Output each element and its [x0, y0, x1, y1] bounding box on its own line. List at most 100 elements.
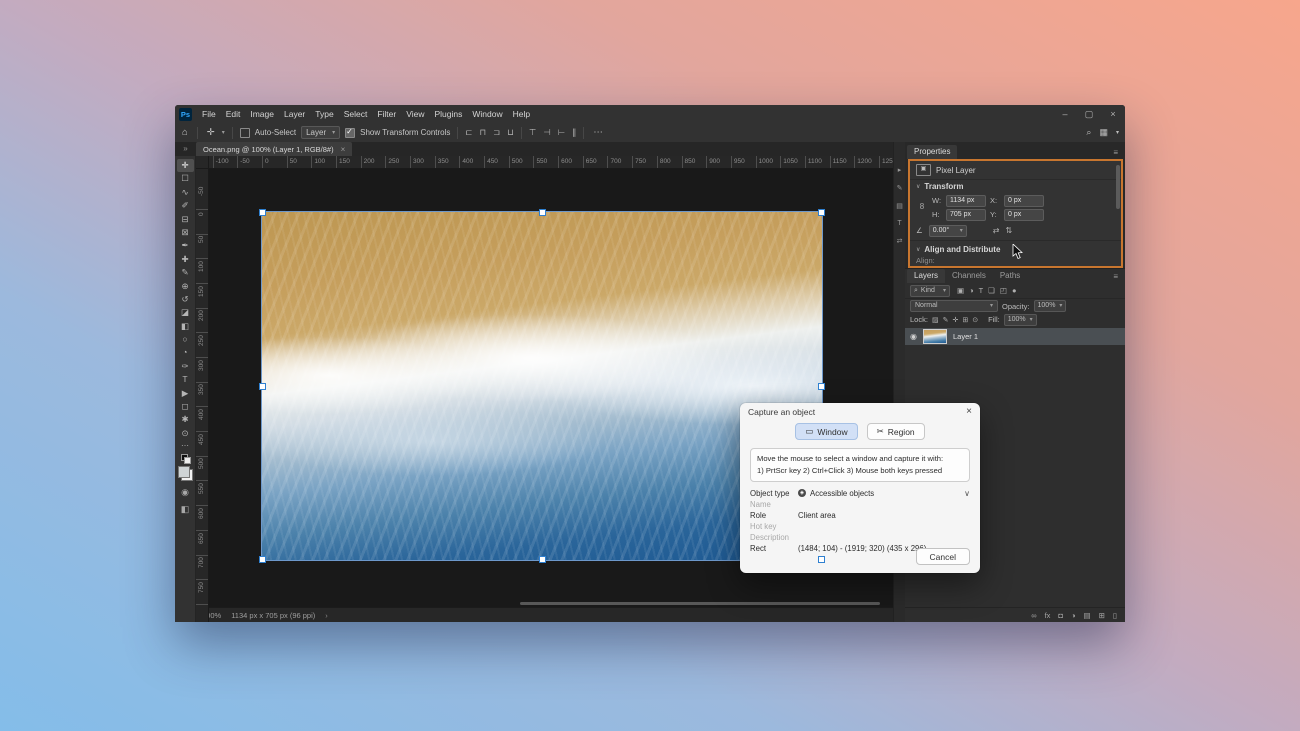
- new-layer-icon[interactable]: ⊞: [1099, 611, 1105, 620]
- transform-handle-top-left[interactable]: [259, 209, 266, 216]
- dodge-tool[interactable]: ◔: [177, 346, 194, 359]
- blur-tool[interactable]: ○: [177, 333, 194, 346]
- menu-item-10[interactable]: Help: [508, 109, 535, 119]
- zoom-tool[interactable]: ⊙: [177, 427, 194, 440]
- filter-adjustment-layers-icon[interactable]: ◑: [969, 286, 974, 295]
- menu-item-0[interactable]: File: [197, 109, 221, 119]
- dock-panel-icon-3[interactable]: ▤: [896, 202, 903, 210]
- distribute-center-h-icon[interactable]: ⊣: [543, 127, 550, 138]
- new-group-icon[interactable]: ▤: [1083, 611, 1090, 620]
- chevron-down-icon[interactable]: ∨: [964, 489, 970, 498]
- scrollbar-thumb[interactable]: [520, 602, 880, 605]
- document-tab[interactable]: Ocean.png @ 100% (Layer 1, RGB/8#) ×: [196, 142, 352, 156]
- search-icon[interactable]: ⌕: [1086, 127, 1091, 138]
- tab-channels[interactable]: Channels: [945, 269, 993, 283]
- auto-select-checkbox[interactable]: [240, 128, 250, 138]
- link-dimensions-icon[interactable]: 8: [916, 194, 928, 218]
- menu-item-6[interactable]: Filter: [372, 109, 401, 119]
- menu-item-2[interactable]: Image: [245, 109, 279, 119]
- filter-smart-objects-icon[interactable]: ◰: [1000, 286, 1007, 295]
- ocean-image-layer[interactable]: [262, 212, 822, 560]
- distribute-bottom-icon[interactable]: ⊢: [558, 127, 565, 138]
- cancel-button[interactable]: Cancel: [916, 548, 970, 565]
- foreground-color-swatch[interactable]: [178, 466, 190, 478]
- eraser-tool[interactable]: ◪: [177, 306, 194, 319]
- more-options-icon[interactable]: ⋯: [591, 127, 605, 138]
- color-swatches[interactable]: [178, 466, 193, 481]
- history-brush-tool[interactable]: ↺: [177, 293, 194, 306]
- ruler-origin-box[interactable]: [196, 156, 209, 169]
- adjustment-layer-icon[interactable]: ◑: [1071, 611, 1076, 620]
- panel-menu-icon[interactable]: ≡: [1113, 272, 1123, 281]
- align-right-icon[interactable]: ⊐: [493, 127, 500, 138]
- lasso-tool[interactable]: ∿: [177, 186, 194, 199]
- filter-type-layers-icon[interactable]: T: [979, 286, 984, 295]
- transform-handle-bottom-right[interactable]: [818, 556, 825, 563]
- tab-paths[interactable]: Paths: [993, 269, 1027, 283]
- minimize-button[interactable]: –: [1053, 105, 1077, 123]
- layer-visibility-eye-icon[interactable]: ◉: [910, 332, 917, 341]
- lock-image-icon[interactable]: ✎: [943, 316, 949, 324]
- screen-mode-icon[interactable]: ◧: [181, 504, 190, 515]
- menu-item-9[interactable]: Window: [467, 109, 507, 119]
- align-top-icon[interactable]: ⊔: [507, 127, 514, 138]
- brush-tool[interactable]: ✎: [177, 266, 194, 279]
- align-center-h-icon[interactable]: ⊓: [480, 127, 487, 138]
- workspace-chevron-icon[interactable]: ▾: [1116, 129, 1119, 136]
- crop-tool[interactable]: ⊟: [177, 213, 194, 226]
- healing-brush-tool[interactable]: ✚: [177, 253, 194, 266]
- layer-effects-icon[interactable]: fx: [1045, 611, 1051, 620]
- width-field[interactable]: 1134 px: [946, 195, 986, 207]
- distribute-center-v-icon[interactable]: ∥: [572, 127, 576, 138]
- transform-handle-top-middle[interactable]: [539, 209, 546, 216]
- maximize-button[interactable]: ▢: [1077, 105, 1101, 123]
- shape-tool[interactable]: ◻: [177, 400, 194, 413]
- tool-preset-chevron-icon[interactable]: ▾: [222, 129, 225, 136]
- hand-tool[interactable]: ✱: [177, 413, 194, 426]
- frame-tool[interactable]: ⊠: [177, 226, 194, 239]
- add-mask-icon[interactable]: ◘: [1058, 611, 1063, 620]
- height-field[interactable]: 705 px: [946, 209, 986, 221]
- window-mode-button[interactable]: ▭ Window: [795, 423, 857, 440]
- dialog-close-icon[interactable]: ×: [966, 406, 972, 417]
- blend-mode-dropdown[interactable]: Normal ▾: [910, 300, 998, 312]
- dock-panel-icon-5[interactable]: ⇄: [897, 237, 903, 245]
- type-tool[interactable]: T: [177, 373, 194, 386]
- eyedropper-tool[interactable]: ✒: [177, 239, 194, 252]
- workspace-icon[interactable]: ▦: [1099, 127, 1108, 138]
- transform-handle-bottom-middle[interactable]: [539, 556, 546, 563]
- status-chevron-icon[interactable]: ›: [325, 611, 328, 620]
- home-icon[interactable]: ⌂: [180, 127, 190, 138]
- active-tool-icon[interactable]: ✛: [205, 127, 217, 138]
- delete-layer-icon[interactable]: ▯: [1113, 611, 1117, 620]
- transform-handle-bottom-left[interactable]: [259, 556, 266, 563]
- menu-item-8[interactable]: Plugins: [429, 109, 467, 119]
- transform-handle-middle-right[interactable]: [818, 383, 825, 390]
- distribute-top-icon[interactable]: ⊤: [529, 127, 536, 138]
- dock-panel-icon-1[interactable]: ▸: [898, 166, 902, 174]
- path-selection-tool[interactable]: ▶: [177, 387, 194, 400]
- filter-toggle-icon[interactable]: ●: [1012, 286, 1017, 295]
- close-button[interactable]: ×: [1101, 105, 1125, 123]
- default-colors-icon[interactable]: [181, 454, 190, 462]
- layer-filter-dropdown[interactable]: ⌕ Kind ▾: [910, 285, 950, 297]
- properties-scrollbar[interactable]: [1116, 165, 1120, 209]
- quick-mask-icon[interactable]: ◉: [181, 487, 189, 498]
- menu-item-4[interactable]: Type: [310, 109, 338, 119]
- tab-properties[interactable]: Properties: [907, 145, 957, 159]
- lock-transparency-icon[interactable]: ▨: [932, 316, 939, 324]
- show-transform-controls-checkbox[interactable]: [345, 128, 355, 138]
- menu-item-3[interactable]: Layer: [279, 109, 310, 119]
- link-layers-icon[interactable]: ∞: [1031, 611, 1036, 620]
- rotation-field[interactable]: 0.00° ▾: [929, 225, 967, 237]
- panel-menu-icon[interactable]: ≡: [1113, 148, 1123, 157]
- toolbar-collapse-icon[interactable]: »: [175, 142, 196, 156]
- object-type-row[interactable]: Object type ◈ Accessible objects ∨: [750, 489, 970, 498]
- clone-stamp-tool[interactable]: ⊕: [177, 280, 194, 293]
- layer-name[interactable]: Layer 1: [953, 332, 978, 341]
- menu-item-5[interactable]: Select: [339, 109, 373, 119]
- transform-handle-middle-left[interactable]: [259, 383, 266, 390]
- x-field[interactable]: 0 px: [1004, 195, 1044, 207]
- menu-item-1[interactable]: Edit: [221, 109, 246, 119]
- flip-horizontal-icon[interactable]: ⇄: [993, 226, 1000, 235]
